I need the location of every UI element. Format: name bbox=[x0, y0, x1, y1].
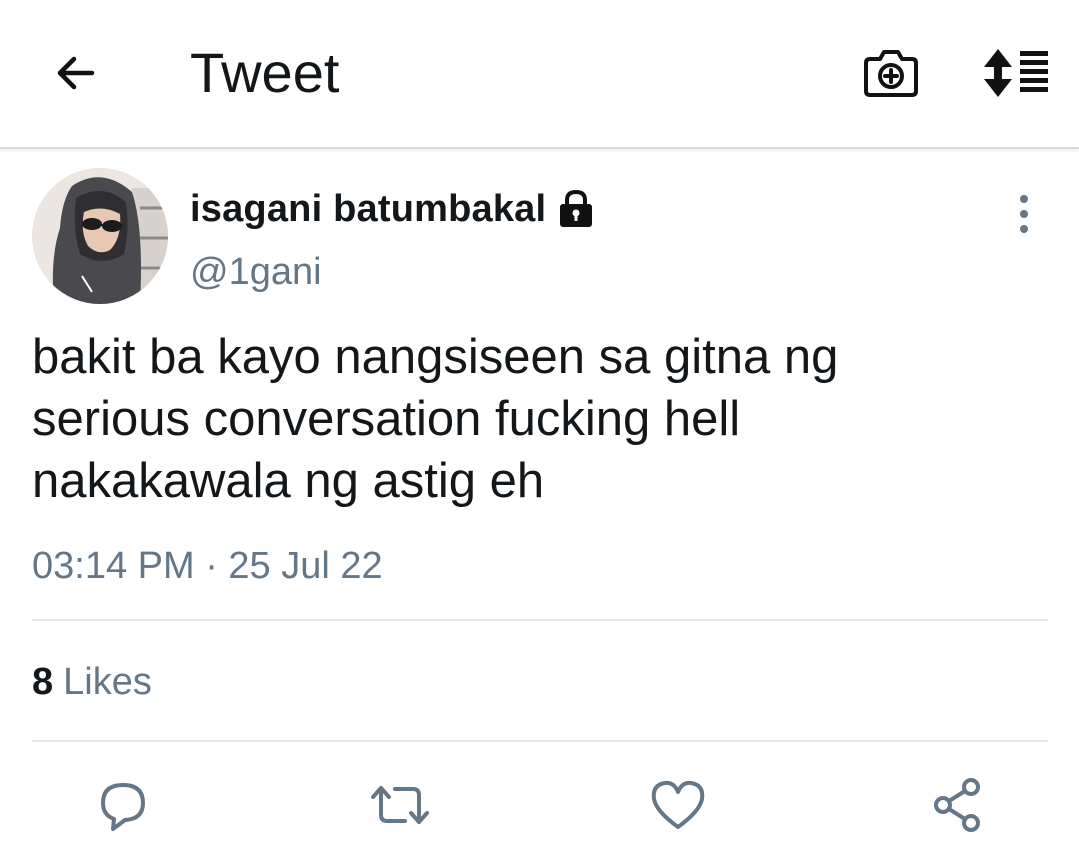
back-button[interactable] bbox=[40, 38, 110, 108]
sort-button[interactable] bbox=[980, 40, 1054, 106]
display-name: isagani batumbakal bbox=[190, 187, 547, 230]
avatar-image bbox=[32, 168, 168, 304]
divider bbox=[32, 619, 1048, 621]
likes-stat[interactable]: 8 Likes bbox=[32, 658, 152, 706]
retweet-icon bbox=[371, 786, 429, 824]
tweet-timestamp: 03:14 PM · 25 Jul 22 bbox=[32, 545, 383, 587]
likes-count: 8 bbox=[32, 661, 54, 703]
like-button[interactable] bbox=[645, 772, 711, 838]
more-options-button[interactable] bbox=[1004, 186, 1044, 242]
heart-icon bbox=[651, 780, 705, 829]
sort-list-icon bbox=[984, 49, 1048, 97]
page-title: Tweet bbox=[190, 41, 340, 104]
share-button[interactable] bbox=[924, 772, 990, 838]
camera-button[interactable] bbox=[858, 40, 924, 106]
camera-add-icon bbox=[864, 50, 918, 97]
likes-label: Likes bbox=[63, 661, 152, 703]
avatar[interactable] bbox=[32, 168, 168, 304]
author-row[interactable]: isagani batumbakal bbox=[190, 184, 596, 234]
retweet-button[interactable] bbox=[367, 772, 433, 838]
reply-bubble-icon bbox=[101, 783, 145, 831]
app-bar: Tweet bbox=[0, 0, 1079, 149]
lock-icon bbox=[556, 187, 596, 231]
divider bbox=[32, 740, 1048, 742]
reply-button[interactable] bbox=[90, 772, 156, 838]
user-handle[interactable]: @1gani bbox=[190, 248, 322, 296]
tweet-text: bakit ba kayo nangsiseen sa gitna ng ser… bbox=[32, 330, 839, 508]
more-dot bbox=[1020, 225, 1028, 233]
arrow-left-icon bbox=[57, 56, 95, 90]
more-dot bbox=[1020, 210, 1028, 218]
share-icon bbox=[934, 778, 980, 832]
more-vertical-icon bbox=[1020, 195, 1028, 203]
